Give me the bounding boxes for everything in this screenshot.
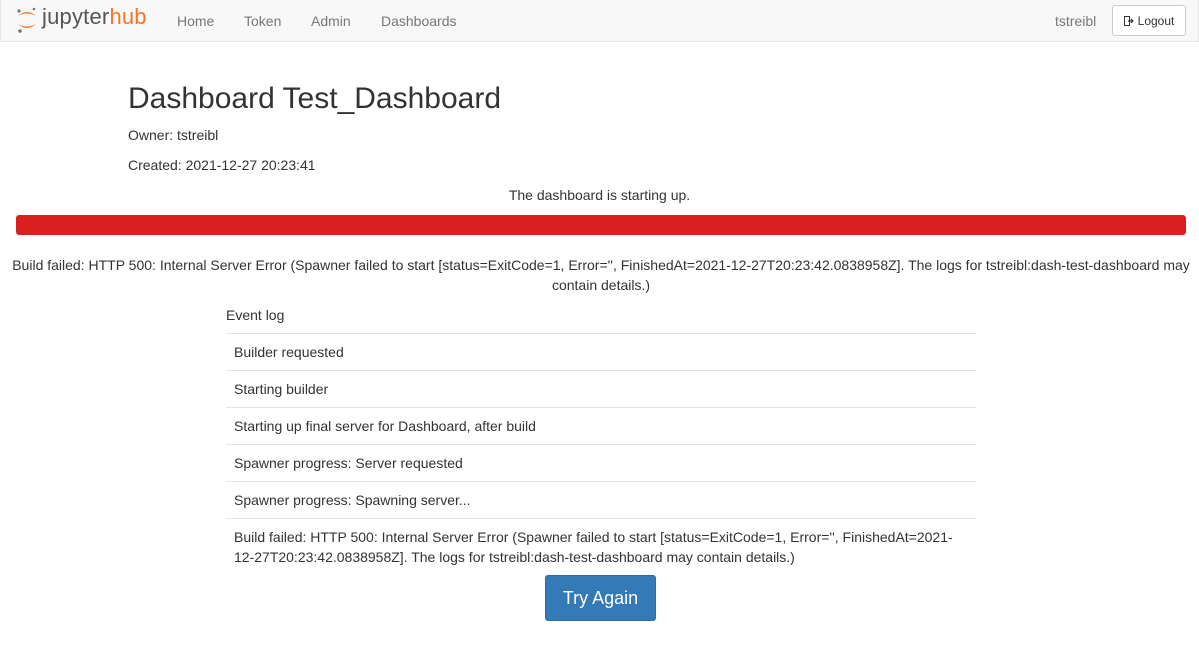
event-item: Starting builder — [226, 371, 976, 408]
try-again-button[interactable]: Try Again — [545, 575, 656, 621]
jupyterhub-logo[interactable]: jupyterhub — [15, 4, 147, 36]
status-message: The dashboard is starting up. — [508, 187, 691, 203]
brand-jupyter: jupyter — [42, 4, 110, 29]
error-message: Build failed: HTTP 500: Internal Server … — [12, 257, 1190, 293]
event-item: Builder requested — [226, 334, 976, 371]
nav-home[interactable]: Home — [177, 0, 214, 42]
sign-out-icon — [1123, 15, 1134, 26]
event-item: Starting up final server for Dashboard, … — [226, 408, 976, 445]
logout-button[interactable]: Logout — [1112, 5, 1186, 36]
owner-text: Owner: tstreibl — [128, 127, 219, 143]
current-user: tstreibl — [1055, 13, 1097, 29]
event-item: Spawner progress: Spawning server... — [226, 482, 976, 519]
progress-bar-track — [16, 215, 1186, 235]
event-log: Event log Builder requested Starting bui… — [226, 305, 976, 575]
nav-token[interactable]: Token — [244, 0, 281, 42]
progress-bar-fill — [16, 215, 1186, 235]
navbar: jupyterhub Home Token Admin Dashboards t… — [0, 0, 1199, 42]
event-item: Spawner progress: Server requested — [226, 445, 976, 482]
event-item: Build failed: HTTP 500: Internal Server … — [234, 529, 953, 565]
jupyter-logo-icon — [17, 7, 36, 33]
page-title: Dashboard Test_Dashboard — [128, 82, 502, 115]
logout-label: Logout — [1137, 13, 1175, 28]
brand-hub: hub — [109, 4, 147, 29]
event-log-heading: Event log — [226, 305, 976, 334]
event-list: Builder requested Starting builder Start… — [226, 334, 976, 575]
created-text: Created: 2021-12-27 20:23:41 — [128, 157, 316, 173]
nav-dashboards[interactable]: Dashboards — [381, 0, 457, 42]
nav-admin[interactable]: Admin — [311, 0, 351, 42]
brand-text: jupyterhub — [42, 2, 147, 32]
